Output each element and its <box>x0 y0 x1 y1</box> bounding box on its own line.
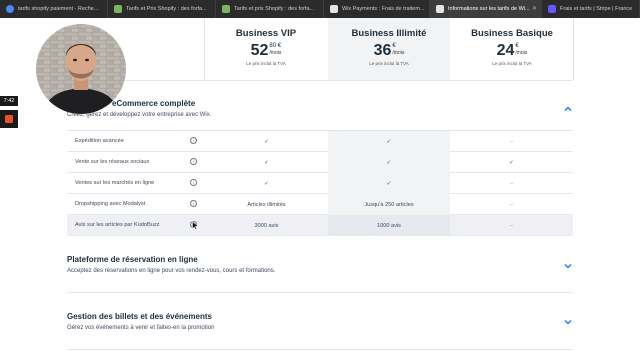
cell-vip: ✓ <box>205 152 328 173</box>
price-cents: € <box>392 43 396 49</box>
feature-label: Dropshipping avec Modalyst <box>75 201 146 207</box>
tax-note: Le prix inclut la TVA <box>246 61 286 66</box>
browser-tab-bar: tarifs shopify paiement - Reche... Tarif… <box>0 0 640 18</box>
header-divider <box>67 80 573 81</box>
check-icon: ✓ <box>509 159 514 166</box>
browser-tab[interactable]: Tarifs et prix Shopify : des forfa... <box>216 0 324 18</box>
browser-tab-active[interactable]: Informations sur les tarifs de Wi... ✕ <box>430 0 542 18</box>
price-integer: 36 <box>373 42 392 59</box>
cell-illimite: ✓ <box>328 173 450 194</box>
price-integer: 52 <box>250 42 269 59</box>
cell-vip: Articles illimités <box>247 201 286 208</box>
check-icon: ✓ <box>264 180 269 187</box>
table-row-hovered: Avis sur les articles par KudoBuzz i 300… <box>67 215 573 236</box>
mouse-cursor-icon <box>192 221 199 230</box>
price-integer: 24 <box>496 42 515 59</box>
recording-timer: 7:42 <box>0 96 18 106</box>
plan-name: Business VIP <box>235 28 297 39</box>
cell-illimite: ✓ <box>328 131 450 152</box>
table-row: Dropshipping avec Modalyst i Articles il… <box>67 194 573 215</box>
section-title-ecommerce: eCommerce complète <box>112 99 196 108</box>
favicon-icon <box>548 5 556 13</box>
feature-label: Avis sur les articles par KudoBuzz <box>75 222 160 228</box>
info-icon[interactable]: i <box>190 200 197 207</box>
cell-basique: – <box>450 131 573 152</box>
check-icon: ✓ <box>386 180 392 187</box>
column-divider <box>204 18 205 80</box>
price-period: /mois <box>515 50 528 56</box>
cell-vip: ✓ <box>205 131 328 152</box>
price-period: /mois <box>269 50 282 56</box>
section-divider <box>67 349 573 350</box>
dash-icon: – <box>509 180 514 187</box>
plan-name: Business Basique <box>471 28 553 39</box>
plan-price: 36 € /mois <box>328 43 450 59</box>
table-row: Expédition avancée i ✓ ✓ – <box>67 131 573 152</box>
favicon-icon <box>330 5 338 13</box>
cell-basique: ✓ <box>450 152 573 173</box>
section-title-reservations[interactable]: Plateforme de réservation en ligne <box>67 255 198 264</box>
table-row: Vente sur les réseaux sociaux i ✓ ✓ ✓ <box>67 152 573 173</box>
table-row: Ventes sur les marchés en ligne i ✓ ✓ – <box>67 173 573 194</box>
tax-note: Le prix inclut la TVA <box>369 61 409 66</box>
plan-column-illimite: Business Illimité 36 € /mois Le prix inc… <box>328 18 450 80</box>
column-divider <box>573 18 574 80</box>
feature-label: Expédition avancée <box>75 138 124 144</box>
section-subtitle-reservations: Acceptez des réservations en ligne pour … <box>67 268 276 274</box>
webcam-overlay[interactable] <box>36 24 126 114</box>
price-period: /mois <box>392 50 405 56</box>
stop-recording-button[interactable] <box>0 110 18 128</box>
dash-icon: – <box>509 201 514 208</box>
plan-column-basique: Business Basique 24 € /mois Le prix incl… <box>451 18 573 80</box>
check-icon: ✓ <box>264 138 269 145</box>
cell-basique: – <box>450 215 573 236</box>
price-cents: 80 € <box>269 43 282 49</box>
plan-name: Business Illimité <box>351 28 427 39</box>
cell-vip: 3000 avis <box>254 222 279 229</box>
dash-icon: – <box>509 138 514 145</box>
info-icon[interactable]: i <box>190 158 197 165</box>
chevron-down-icon[interactable] <box>563 261 573 271</box>
chevron-up-icon[interactable] <box>563 104 573 114</box>
feature-label: Ventes sur les marchés en ligne <box>75 180 155 186</box>
browser-tab[interactable]: Frais et tarifs | Stripe | France <box>542 0 640 18</box>
check-icon: ✓ <box>264 159 269 166</box>
info-icon[interactable]: i <box>190 137 197 144</box>
cell-vip: ✓ <box>205 173 328 194</box>
browser-tab[interactable]: Tarifs et Prix Shopify : des forfa... <box>108 0 216 18</box>
section-divider <box>67 292 573 293</box>
browser-tab[interactable]: Wix Payments : Frais de traitem... <box>324 0 430 18</box>
close-tab-icon[interactable]: ✕ <box>532 5 537 12</box>
eye-shape <box>85 58 89 62</box>
dash-icon: – <box>509 222 514 229</box>
cell-basique: – <box>450 194 573 215</box>
check-icon: ✓ <box>386 159 392 166</box>
cell-illimite: Jusqu'à 250 articles <box>328 194 450 215</box>
info-icon[interactable]: i <box>190 179 197 186</box>
cell-basique: – <box>450 173 573 194</box>
favicon-icon <box>436 5 444 13</box>
price-cents: € <box>515 43 519 49</box>
favicon-icon <box>6 5 14 13</box>
plan-price: 52 80 € /mois <box>205 43 327 59</box>
eye-shape <box>73 58 77 62</box>
tax-note: Le prix inclut la TVA <box>492 61 532 66</box>
favicon-icon <box>222 5 230 13</box>
favicon-icon <box>114 5 122 13</box>
stop-icon <box>5 115 13 123</box>
browser-tab[interactable]: tarifs shopify paiement - Reche... <box>0 0 108 18</box>
chevron-down-icon[interactable] <box>563 317 573 327</box>
section-subtitle-events: Gérez vos événements à venir et faites-e… <box>67 325 215 331</box>
section-title-events[interactable]: Gestion des billets et des événements <box>67 312 212 321</box>
plan-column-vip: Business VIP 52 80 € /mois Le prix inclu… <box>205 18 327 80</box>
feature-label: Vente sur les réseaux sociaux <box>75 159 150 165</box>
cell-illimite: ✓ <box>328 152 450 173</box>
plan-price: 24 € /mois <box>451 43 573 59</box>
check-icon: ✓ <box>386 138 392 145</box>
cell-illimite: 1000 avis <box>328 215 450 236</box>
